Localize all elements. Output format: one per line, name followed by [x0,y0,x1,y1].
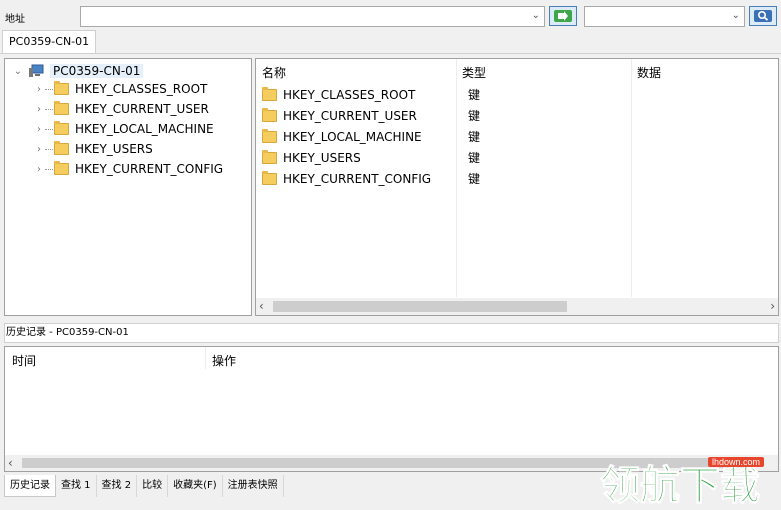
tree-item-label: HKEY_CLASSES_ROOT [75,82,208,96]
tab-history[interactable]: 历史记录 [4,475,56,497]
tree-item-hkey-classes-root[interactable]: › HKEY_CLASSES_ROOT [34,79,207,99]
tree-connector [45,148,53,150]
column-header-type[interactable]: 类型 [462,64,486,81]
tab-find-2[interactable]: 查找 2 [97,475,138,497]
list-item[interactable]: HKEY_LOCAL_MACHINE 键 [262,126,480,147]
tree-item-hkey-users[interactable]: › HKEY_USERS [34,139,153,159]
folder-icon [54,81,69,95]
chevron-right-icon[interactable]: › [34,104,44,115]
folder-icon [262,128,277,143]
list-item-name: HKEY_USERS [283,150,361,165]
column-divider [456,59,457,297]
tab-favorites[interactable]: 收藏夹(F) [168,475,223,497]
folder-icon [54,141,69,155]
tab-find-1[interactable]: 查找 1 [56,475,97,497]
tree-item-label: HKEY_CURRENT_USER [75,102,209,116]
search-button[interactable] [749,6,777,26]
go-button[interactable] [549,6,577,26]
chevron-down-icon[interactable]: ⌄ [13,66,23,77]
registry-tree[interactable]: ⌄ PC0359-CN-01 › HKEY_CLASSES_ROOT › HKE… [4,58,252,316]
folder-icon [54,161,69,175]
folder-icon [54,121,69,135]
list-item[interactable]: HKEY_CURRENT_CONFIG 键 [262,168,480,189]
search-icon [754,10,772,22]
address-toolbar: 地址 ⌄ ⌄ [0,0,781,33]
folder-icon [54,101,69,115]
tree-item-label: HKEY_CURRENT_CONFIG [75,162,224,176]
list-item-name: HKEY_CURRENT_USER [283,108,417,123]
folder-icon [262,149,277,164]
column-header-action[interactable]: 操作 [212,352,236,369]
tree-connector [45,108,53,110]
watermark-text: 领航下载 [600,463,760,508]
list-item-type: 键 [468,88,481,102]
scroll-left-icon[interactable]: ‹ [8,456,13,470]
chevron-right-icon[interactable]: › [34,164,44,175]
tab-registry-snapshot[interactable]: 注册表快照 [223,475,284,497]
registry-list[interactable]: 名称 类型 数据 HKEY_CLASSES_ROOT 键 HKEY_CURREN… [255,58,779,316]
list-item-type: 键 [468,109,481,123]
list-item[interactable]: HKEY_USERS 键 [262,147,480,168]
address-input[interactable]: ⌄ [80,6,545,27]
list-item-name: HKEY_LOCAL_MACHINE [283,129,422,144]
tree-item-label: HKEY_LOCAL_MACHINE [75,122,214,136]
tree-item-hkey-current-user[interactable]: › HKEY_CURRENT_USER [34,99,209,119]
divider [0,53,781,54]
tree-connector [45,168,53,170]
chevron-down-icon[interactable]: ⌄ [732,10,740,21]
chevron-down-icon[interactable]: ⌄ [532,10,540,21]
column-header-name[interactable]: 名称 [262,64,286,81]
chevron-right-icon[interactable]: › [34,124,44,135]
tree-item-label: HKEY_USERS [75,142,153,156]
column-divider [631,59,632,297]
scrollbar-thumb[interactable] [273,301,567,312]
go-arrow-icon [554,10,572,22]
chevron-right-icon[interactable]: › [34,144,44,155]
tree-root-label: PC0359-CN-01 [50,64,144,78]
horizontal-scrollbar[interactable]: ‹ › [256,298,778,315]
list-item-type: 键 [468,130,481,144]
address-label: 地址 [5,14,25,25]
folder-icon [262,107,277,122]
tab-compare[interactable]: 比较 [137,475,169,497]
chevron-right-icon[interactable]: › [34,84,44,95]
bottom-tab-bar: 历史记录 查找 1 查找 2 比较 收藏夹(F) 注册表快照 [4,475,284,497]
list-item[interactable]: HKEY_CLASSES_ROOT 键 [262,84,480,105]
tree-connector [45,88,53,90]
column-divider [205,347,206,369]
scroll-left-icon[interactable]: ‹ [259,299,264,313]
computer-icon [29,64,44,77]
folder-icon [262,86,277,101]
tree-connector [45,128,53,130]
scroll-right-icon[interactable]: › [770,299,775,313]
watermark-site: lhdown.com [708,457,765,467]
list-item-type: 键 [468,151,481,165]
column-header-data[interactable]: 数据 [637,64,661,81]
list-item-name: HKEY_CURRENT_CONFIG [283,171,432,186]
list-item-name: HKEY_CLASSES_ROOT [283,87,416,102]
search-input[interactable]: ⌄ [584,6,745,27]
tree-item-hkey-local-machine[interactable]: › HKEY_LOCAL_MACHINE [34,119,214,139]
column-header-time[interactable]: 时间 [12,352,36,369]
tab-computer[interactable]: PC0359-CN-01 [2,30,97,53]
tree-item-hkey-current-config[interactable]: › HKEY_CURRENT_CONFIG [34,159,223,179]
tree-root[interactable]: ⌄ PC0359-CN-01 [13,62,144,80]
list-item-type: 键 [468,172,481,186]
folder-icon [262,170,277,185]
history-title: 历史记录 - PC0359-CN-01 [4,323,779,343]
list-item[interactable]: HKEY_CURRENT_USER 键 [262,105,480,126]
